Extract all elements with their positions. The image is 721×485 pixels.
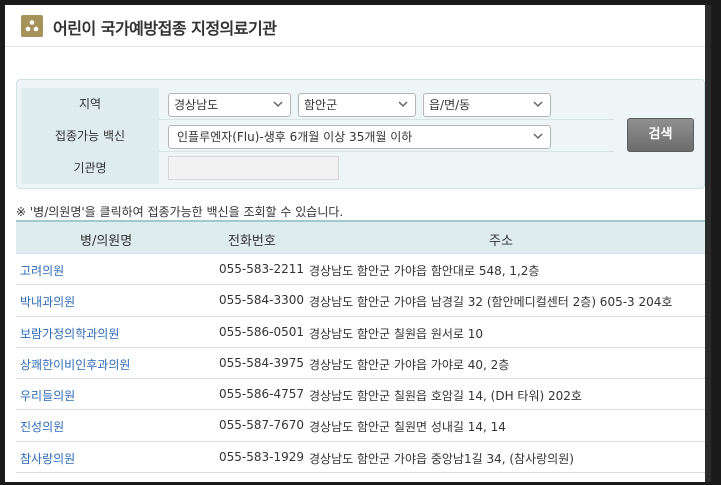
clinic-phone: 055-583-2211	[219, 262, 305, 276]
province-value: 경상남도	[174, 98, 219, 112]
clinic-address: 경상남도 함안군 가야읍 함안대로 548, 1,2층	[309, 264, 540, 278]
clinic-name-link[interactable]: 보람가정의학과의원	[20, 325, 119, 342]
clinic-phone: 055-584-3300	[219, 293, 305, 308]
region-row: 지역 경상남도 함안군 읍/면/동	[21, 88, 614, 120]
search-button[interactable]: 검색	[627, 118, 694, 152]
col-header-phone: 전화번호	[228, 234, 276, 249]
col-header-address: 주소	[489, 234, 513, 249]
clinic-address: 경상남도 함안군 가야읍 중앙남1길 34, (참사랑의원)	[309, 451, 574, 466]
vaccine-row: 접종가능 백신 인플루엔자(Flu)-생후 6개월 이상 35개월 이하	[21, 120, 614, 152]
clinic-phone: 055-584-3975	[219, 355, 305, 370]
vaccine-select[interactable]: 인플루엔자(Flu)-생후 6개월 이상 35개월 이하	[168, 125, 551, 149]
town-value: 읍/면/동	[429, 98, 471, 112]
vaccine-label: 접종가능 백신	[21, 120, 159, 152]
clinic-name-link[interactable]: 진성의원	[20, 418, 64, 435]
clinic-name-link[interactable]: 박내과의원	[20, 293, 75, 310]
clinic-table: 병/의원명 전화번호 주소 고려의원 055-583-2211 경상남도 함안군 가…	[16, 220, 705, 474]
logo-icon	[21, 15, 43, 37]
town-select[interactable]: 읍/면/동	[423, 93, 551, 117]
clinic-address: 경상남도 함안군 가야읍 가야로 40, 2층	[309, 357, 510, 372]
clinic-phone: 055-583-1929	[219, 449, 305, 464]
table-header: 병/의원명 전화번호 주소	[16, 220, 705, 254]
org-name-input[interactable]	[168, 156, 339, 180]
clinic-name-link[interactable]: 참사랑의원	[20, 450, 75, 467]
vaccine-value: 인플루엔자(Flu)-생후 6개월 이상 35개월 이하	[177, 130, 413, 144]
city-value: 함안군	[304, 98, 338, 112]
chevron-down-icon	[533, 133, 543, 140]
chevron-down-icon	[273, 101, 283, 108]
city-select[interactable]: 함안군	[298, 93, 416, 117]
table-body: 고려의원 055-583-2211 경상남도 함안군 가야읍 함안대로 548, 1…	[16, 254, 705, 474]
clinic-address: 경상남도 함안군 가야읍 남경길 32 (함안메디컬센터 2층) 605-3 2…	[309, 295, 673, 310]
org-row: 기관명	[21, 152, 614, 184]
search-panel: 지역 경상남도 함안군 읍/면/동 접종가능 백신 인플루엔자(Flu)-생후 …	[16, 79, 705, 189]
clinic-name-link[interactable]: 고려의원	[20, 262, 64, 279]
clinic-address: 경상남도 함안군 칠원면 성내길 14, 14	[309, 420, 506, 435]
table-row: 상쾌한이비인후과의원 055-584-3975 경상남도 함안군 가야읍 가야로 4…	[16, 348, 705, 380]
table-row: 우리들의원 055-586-4757 경상남도 함안군 칠원읍 호암길 14, (D…	[16, 379, 705, 411]
page-header: 어린이 국가예방접종 지정의료기관	[5, 5, 711, 47]
chevron-down-icon	[398, 101, 408, 108]
clinic-name-link[interactable]: 우리들의원	[20, 387, 75, 404]
chevron-down-icon	[533, 101, 543, 108]
table-row: 고려의원 055-583-2211 경상남도 함안군 가야읍 함안대로 548, 1…	[16, 254, 705, 286]
table-row: 참사랑의원 055-583-1929 경상남도 함안군 가야읍 중앙남1길 34, …	[16, 442, 705, 474]
window-edge	[705, 5, 711, 482]
clinic-phone: 055-587-7670	[219, 418, 305, 433]
clinic-address: 경상남도 함안군 칠원읍 원서로 10	[309, 326, 484, 341]
table-row: 박내과의원 055-584-3300 경상남도 함안군 가야읍 남경길 32 (함안…	[16, 285, 705, 317]
col-header-name: 병/의원명	[80, 234, 133, 249]
page-title: 어린이 국가예방접종 지정의료기관	[53, 19, 277, 38]
clinic-phone: 055-586-4757	[219, 387, 305, 402]
org-label: 기관명	[21, 152, 159, 184]
clinic-address: 경상남도 함안군 칠원읍 호암길 14, (DH 타워) 202호	[309, 389, 582, 404]
table-row: 진성의원 055-587-7670 경상남도 함안군 칠원면 성내길 14, 14	[16, 410, 705, 442]
province-select[interactable]: 경상남도	[168, 93, 291, 117]
clinic-name-link[interactable]: 상쾌한이비인후과의원	[20, 356, 130, 373]
table-row: 보람가정의학과의원 055-586-0501 경상남도 함안군 칠원읍 원서로 10	[16, 317, 705, 348]
region-label: 지역	[21, 88, 159, 120]
clinic-phone: 055-586-0501	[219, 324, 305, 339]
page-frame: 어린이 국가예방접종 지정의료기관 지역 경상남도 함안군 읍/면/동 접종가능…	[5, 5, 711, 482]
notice-text: ※ '병/의원명'을 클릭하여 접종가능한 백신을 조회할 수 있습니다.	[16, 205, 344, 219]
